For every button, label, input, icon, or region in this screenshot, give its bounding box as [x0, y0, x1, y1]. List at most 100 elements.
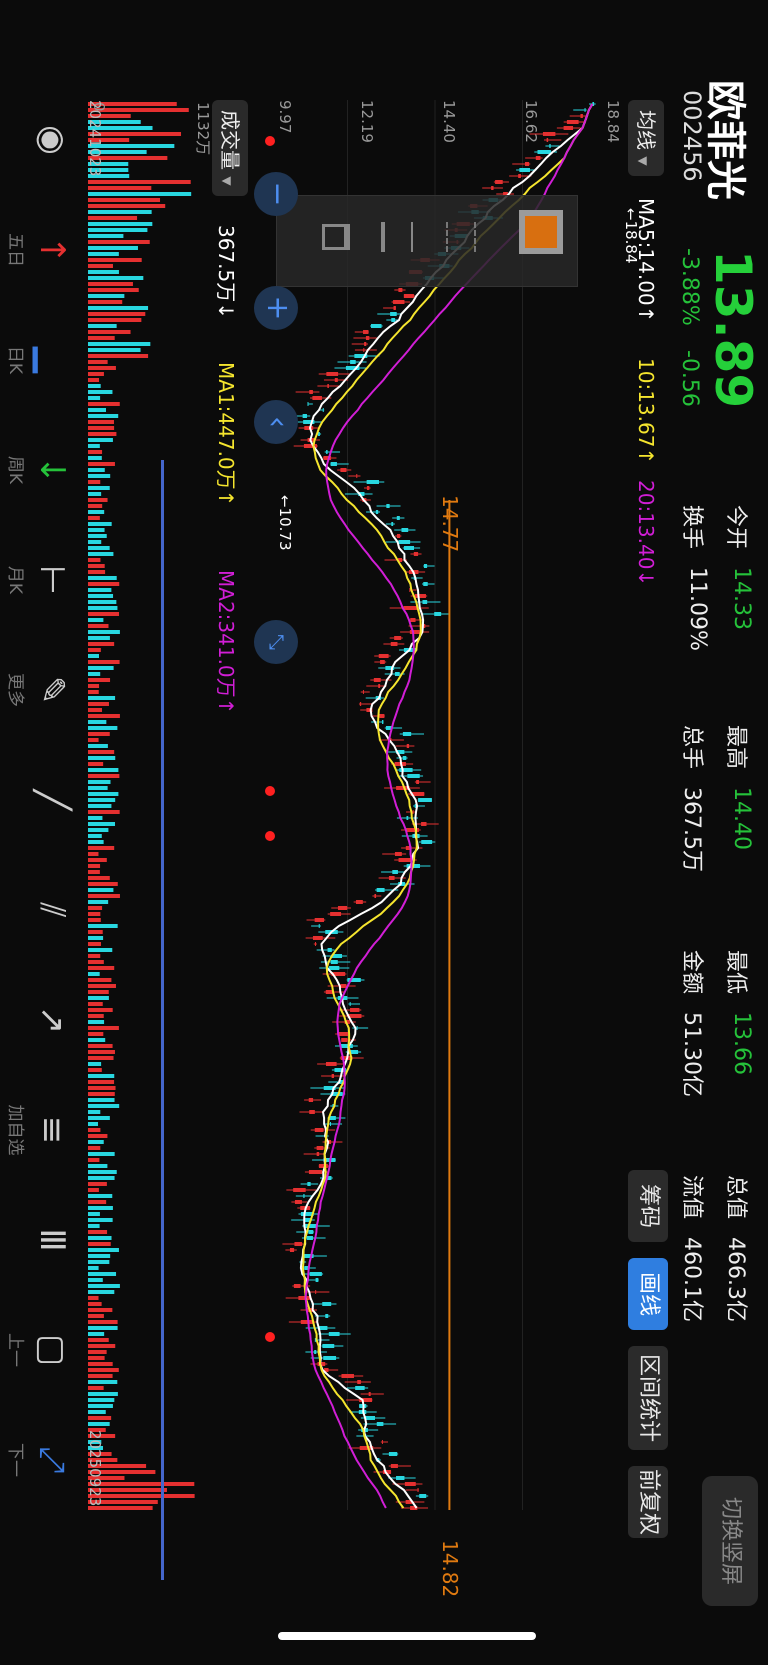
- volume-bar: [88, 240, 150, 244]
- volume-bar: [88, 534, 107, 538]
- scroll-left-icon[interactable]: ‹: [254, 400, 298, 444]
- candle: [322, 1302, 332, 1306]
- volume-bar: [88, 672, 101, 676]
- toolbar-item[interactable]: Ⅲ: [2, 1205, 72, 1275]
- volume-bar: [88, 624, 109, 628]
- volume-bar: [88, 966, 115, 970]
- toolbar-item[interactable]: ▢ 上一: [2, 1315, 72, 1385]
- volume-bar: [88, 918, 101, 922]
- chips-button[interactable]: 筹码: [628, 1170, 668, 1242]
- candle: [390, 312, 397, 316]
- candle: [378, 654, 389, 658]
- bottom-toolbar: ◉ ↑ 五日 ▁ 日K ↓ 周K ⊢ 月K ✎ 更多 ╱ ⫽ ↗ ≡ 加自选 Ⅲ ▢ 上一 ⤢ 下一: [0, 95, 80, 1535]
- event-marker[interactable]: [265, 1332, 275, 1342]
- zoom-in-icon[interactable]: +: [254, 286, 298, 330]
- volume-bar: [88, 366, 116, 370]
- range-stats-button[interactable]: 区间统计: [628, 1346, 668, 1450]
- toolbar-item[interactable]: ⫽: [2, 875, 72, 945]
- event-marker[interactable]: [265, 831, 275, 841]
- toolbar-item[interactable]: ◉: [2, 105, 72, 175]
- home-indicator: [278, 1632, 536, 1640]
- event-marker[interactable]: [265, 786, 275, 796]
- volume-bar: [88, 318, 142, 322]
- candle: [337, 906, 348, 910]
- volume-bar: [88, 300, 123, 304]
- shrink-icon[interactable]: ⤡: [254, 620, 298, 664]
- volume-bar: [88, 834, 102, 838]
- candle: [409, 630, 420, 634]
- volume-bar: [88, 600, 117, 604]
- volume-bar: [88, 1416, 112, 1420]
- volume-bar: [88, 804, 112, 808]
- volume-bar: [88, 360, 108, 364]
- candle: [362, 690, 364, 694]
- stat-label: 最高: [723, 725, 748, 770]
- volume-bar: [88, 900, 109, 904]
- toolbar-item[interactable]: ⤢ 下一: [2, 1425, 72, 1495]
- toolbar-item[interactable]: ↑ 五日: [2, 215, 72, 285]
- toolbar-item[interactable]: ⊢ 月K: [2, 545, 72, 615]
- event-marker[interactable]: [265, 136, 275, 146]
- candle: [341, 1038, 348, 1042]
- stat-label: 今开: [723, 505, 748, 550]
- eye-icon: ◉: [32, 125, 72, 155]
- toolbar-item[interactable]: ≡ 加自选: [2, 1095, 72, 1165]
- volume-bar: [88, 1380, 118, 1384]
- toolbar-item[interactable]: ↗: [2, 985, 72, 1055]
- volume-chart[interactable]: [88, 100, 200, 1510]
- volume-bar: [88, 1338, 109, 1342]
- candle: [393, 300, 405, 304]
- candle: [356, 474, 358, 478]
- volume-bar: [88, 450, 103, 454]
- candle: [325, 1314, 329, 1318]
- candle: [309, 1272, 322, 1276]
- volume-bar: [88, 1410, 106, 1414]
- draw-line-button[interactable]: 画线: [628, 1258, 668, 1330]
- arrow-up-icon: ↑: [32, 235, 72, 265]
- switch-portrait-button[interactable]: 切换竖屏: [702, 1476, 758, 1606]
- volume-bar: [88, 426, 115, 430]
- price-axis-label: 18.84: [604, 100, 622, 143]
- ma-selector[interactable]: 均线 ▼: [628, 100, 664, 176]
- forward-adjust-button[interactable]: 前复权: [628, 1466, 668, 1538]
- volume-bar: [88, 1134, 108, 1138]
- expand-icon: ⤢: [32, 1446, 72, 1474]
- line-width-icon[interactable]: [381, 222, 413, 252]
- volume-bar: [88, 828, 109, 832]
- volume-bar: [88, 1056, 114, 1060]
- volume-bar: [88, 504, 103, 508]
- line-style-icon[interactable]: [446, 222, 476, 252]
- candle: [316, 1146, 324, 1150]
- arrow-down-icon: ↓: [32, 455, 72, 485]
- volume-bar: [88, 1404, 113, 1408]
- volume-bar: [88, 528, 105, 532]
- volume-bar: [88, 1254, 111, 1258]
- candle: [388, 1452, 398, 1456]
- volume-bar: [88, 678, 111, 682]
- candle: [330, 462, 337, 466]
- toolbar-item[interactable]: ↓ 周K: [2, 435, 72, 505]
- candle: [294, 1200, 302, 1204]
- toolbar-item[interactable]: ▁ 日K: [2, 325, 72, 395]
- candle: [406, 744, 410, 748]
- toolbar-item[interactable]: ╱: [2, 765, 72, 835]
- volume-bar: [88, 1146, 101, 1150]
- trash-icon[interactable]: [322, 224, 350, 250]
- zoom-out-icon[interactable]: −: [254, 172, 298, 216]
- volume-bar: [88, 480, 101, 484]
- volume-bar: [88, 1140, 104, 1144]
- candle: [307, 402, 309, 406]
- toolbar-item[interactable]: ✎ 更多: [2, 655, 72, 725]
- candle: [326, 372, 339, 376]
- volume-bar: [88, 702, 109, 706]
- candle: [303, 1194, 305, 1198]
- candle: [373, 678, 381, 682]
- volume-bar: [88, 1296, 99, 1300]
- price-axis-label: 16.62: [522, 100, 540, 143]
- kline-chart[interactable]: [260, 100, 610, 1510]
- candle: [289, 1248, 295, 1252]
- volume-bar: [88, 384, 101, 388]
- volume-selector[interactable]: 成交量 ▼: [212, 100, 248, 196]
- volume-bar: [88, 234, 124, 238]
- chevron-down-icon: ▼: [220, 176, 234, 186]
